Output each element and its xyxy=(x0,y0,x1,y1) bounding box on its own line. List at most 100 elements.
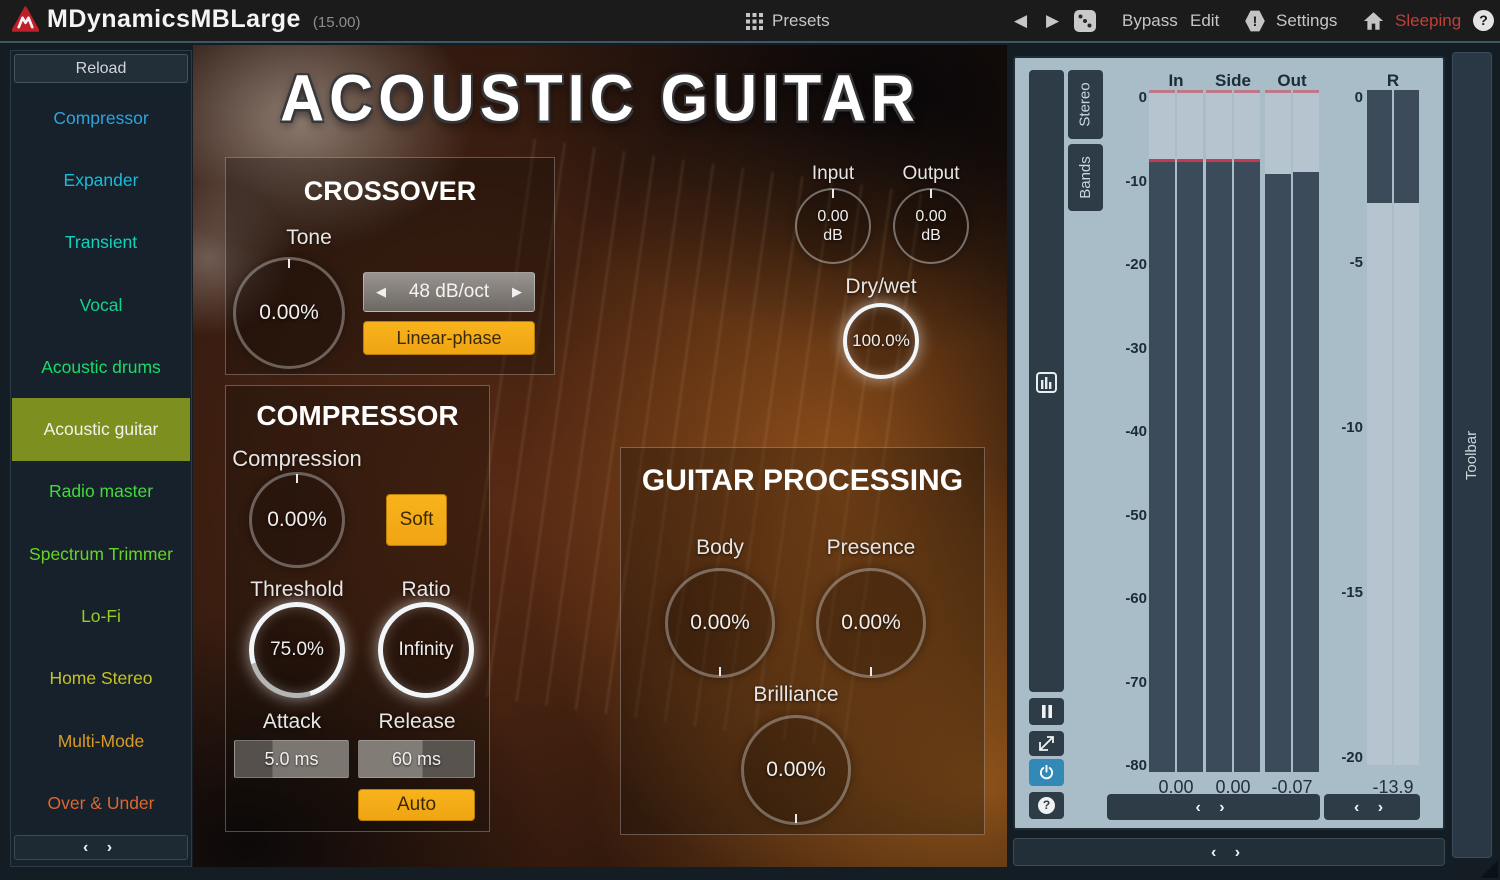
scale-tick: -60 xyxy=(1107,591,1147,607)
compression-value: 0.00% xyxy=(267,508,327,532)
meter-zoom-scrollbar[interactable]: ‹ › xyxy=(1107,794,1320,820)
help-icon[interactable]: ? xyxy=(1473,10,1494,31)
brilliance-value: 0.00% xyxy=(766,758,826,782)
meter-bar-out-left xyxy=(1265,90,1291,772)
output-value: 0.00 xyxy=(915,207,946,226)
auto-release-button[interactable]: Auto xyxy=(358,789,475,821)
drywet-label: Dry/wet xyxy=(831,275,931,299)
compression-label: Compression xyxy=(227,446,367,472)
scale-tick: -20 xyxy=(1107,257,1147,273)
scroll-chevrons-icon: ‹ › xyxy=(83,839,119,856)
popout-icon xyxy=(1039,736,1054,751)
meter-bar-side-left xyxy=(1206,90,1232,772)
sidebar-item-multi-mode[interactable]: Multi-Mode xyxy=(12,710,190,772)
random-preset-dice-icon[interactable] xyxy=(1074,10,1096,32)
sidebar-item-transient[interactable]: Transient xyxy=(12,212,190,274)
sidebar-item-acoustic-drums[interactable]: Acoustic drums xyxy=(12,336,190,398)
toolbar-handle[interactable]: Toolbar xyxy=(1452,52,1492,858)
tab-bands[interactable]: Bands xyxy=(1068,144,1103,211)
home-icon[interactable] xyxy=(1363,11,1384,31)
input-unit: dB xyxy=(823,226,843,245)
release-slider[interactable]: 60 ms xyxy=(358,740,475,778)
sidebar-item-spectrum-trimmer[interactable]: Spectrum Trimmer xyxy=(12,523,190,585)
sidebar-item-acoustic-guitar[interactable]: Acoustic guitar xyxy=(12,398,190,460)
body-knob[interactable]: 0.00% xyxy=(665,568,775,678)
soft-knee-button[interactable]: Soft xyxy=(386,494,447,546)
tab-stereo[interactable]: Stereo xyxy=(1068,70,1103,139)
toolbar-label: Toolbar xyxy=(1464,430,1481,479)
meter-bars-icon[interactable] xyxy=(1036,372,1057,393)
presets-grid-icon[interactable] xyxy=(746,13,763,30)
sleeping-status[interactable]: Sleeping xyxy=(1395,11,1461,31)
compressor-title: COMPRESSOR xyxy=(226,400,489,432)
output-label: Output xyxy=(881,163,981,185)
scale-tick: -15 xyxy=(1323,585,1363,601)
scale-tick: -5 xyxy=(1323,255,1363,271)
scale-tick: -30 xyxy=(1107,341,1147,357)
meter-header-r: R xyxy=(1363,71,1423,91)
stepper-right-icon[interactable]: ▶ xyxy=(512,284,522,300)
scroll-chevrons-icon: ‹ › xyxy=(1211,841,1247,864)
release-label: Release xyxy=(362,710,472,734)
bypass-button[interactable]: Bypass xyxy=(1122,11,1178,31)
ratio-value: Infinity xyxy=(399,639,454,661)
scale-tick: 0 xyxy=(1323,90,1363,106)
previous-preset-icon[interactable]: ◀ xyxy=(1014,11,1027,31)
sidebar-item-over-under[interactable]: Over & Under xyxy=(12,772,190,834)
popout-meter-button[interactable] xyxy=(1029,731,1064,756)
sidebar-item-home-stereo[interactable]: Home Stereo xyxy=(12,648,190,710)
scroll-chevrons-icon: ‹ › xyxy=(1195,796,1231,819)
crossover-title: CROSSOVER xyxy=(226,176,554,207)
crossover-slope-stepper[interactable]: ◀ 48 dB/oct ▶ xyxy=(363,272,535,312)
linear-phase-button[interactable]: Linear-phase xyxy=(363,321,535,355)
input-label: Input xyxy=(783,163,883,185)
r-meter-zoom-scrollbar[interactable]: ‹ › xyxy=(1324,794,1420,820)
knob-pointer xyxy=(719,667,721,676)
meter-help-button[interactable]: ? xyxy=(1029,792,1064,819)
output-knob[interactable]: 0.00 dB xyxy=(893,188,969,264)
tab-stereo-label: Stereo xyxy=(1077,82,1094,126)
meter-header-side: Side xyxy=(1203,71,1263,91)
stepper-left-icon[interactable]: ◀ xyxy=(376,284,386,300)
edit-button[interactable]: Edit xyxy=(1190,11,1219,31)
reload-button[interactable]: Reload xyxy=(14,54,188,83)
scale-tick: 0 xyxy=(1107,90,1147,106)
pause-metering-button[interactable] xyxy=(1029,698,1064,725)
presence-knob[interactable]: 0.00% xyxy=(816,568,926,678)
presence-value: 0.00% xyxy=(841,611,901,635)
ratio-label: Ratio xyxy=(386,578,466,602)
attack-slider[interactable]: 5.0 ms xyxy=(234,740,349,778)
sidebar-scrollbar[interactable]: ‹ › xyxy=(14,835,188,860)
scale-tick: -80 xyxy=(1107,758,1147,774)
settings-button[interactable]: Settings xyxy=(1276,11,1337,31)
meter-panel: Stereo Bands In Side Out R 0-10-20-30-40… xyxy=(1013,56,1445,830)
presets-menu[interactable]: Presets xyxy=(772,11,830,31)
panel-scrollbar[interactable]: ‹ › xyxy=(1013,838,1445,866)
sidebar-item-vocal[interactable]: Vocal xyxy=(12,274,190,336)
r-meter-scale: 0-5-10-15-20 xyxy=(1333,58,1363,832)
output-unit: dB xyxy=(921,226,941,245)
threshold-label: Threshold xyxy=(237,578,357,602)
scale-tick: -40 xyxy=(1107,424,1147,440)
next-preset-icon[interactable]: ▶ xyxy=(1046,11,1059,31)
meter-power-button[interactable] xyxy=(1029,759,1064,786)
drywet-knob[interactable]: 100.0% xyxy=(843,303,919,379)
sidebar-item-radio-master[interactable]: Radio master xyxy=(12,461,190,523)
sidebar-item-lo-fi[interactable]: Lo-Fi xyxy=(12,585,190,647)
brilliance-knob[interactable]: 0.00% xyxy=(741,715,851,825)
plugin-window: MDynamicsMBLarge (15.00) Presets ◀ ▶ Byp… xyxy=(0,0,1500,880)
app-title: MDynamicsMBLarge xyxy=(47,5,301,34)
sidebar-item-expander[interactable]: Expander xyxy=(12,149,190,211)
tone-knob[interactable]: 0.00% xyxy=(233,257,345,369)
device-panel: ACOUSTIC GUITAR CROSSOVER Tone 0.00% ◀ 4… xyxy=(193,45,1007,867)
threshold-knob[interactable]: 75.0% xyxy=(249,602,345,698)
compression-knob[interactable]: 0.00% xyxy=(249,472,345,568)
sidebar-item-compressor[interactable]: Compressor xyxy=(12,87,190,149)
meter-bar-r-right xyxy=(1394,90,1419,765)
scale-tick: -20 xyxy=(1323,750,1363,766)
window-resize-grip[interactable] xyxy=(1480,860,1498,878)
input-knob[interactable]: 0.00 dB xyxy=(795,188,871,264)
ratio-knob[interactable]: Infinity xyxy=(378,602,474,698)
warning-icon[interactable]: ! xyxy=(1245,10,1265,32)
app-version: (15.00) xyxy=(313,14,361,31)
